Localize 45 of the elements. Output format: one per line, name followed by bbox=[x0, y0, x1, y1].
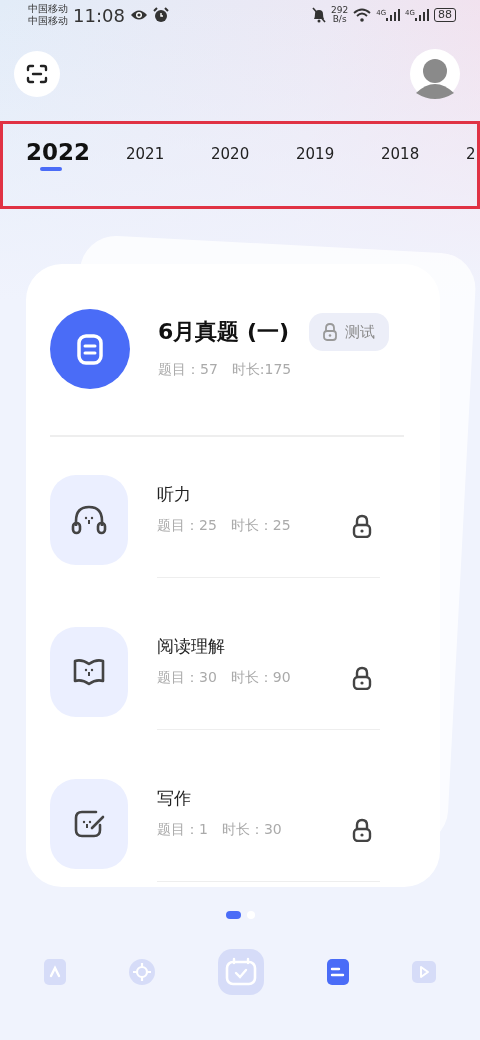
lock-icon bbox=[352, 666, 372, 690]
lock-icon bbox=[352, 818, 372, 842]
section-name: 写作 bbox=[157, 787, 192, 810]
avatar[interactable] bbox=[410, 49, 460, 99]
year-tab[interactable]: 2020 bbox=[211, 137, 296, 163]
speed-unit: B/s bbox=[332, 15, 347, 24]
year-tab[interactable]: 2019 bbox=[296, 137, 381, 163]
scan-icon bbox=[26, 64, 48, 84]
headphones-icon bbox=[71, 504, 107, 536]
document-icon bbox=[50, 309, 130, 389]
wifi-icon bbox=[353, 8, 372, 22]
duration-label: 时长：25 bbox=[230, 517, 291, 535]
signal-icon bbox=[415, 9, 429, 21]
carrier-label: 中国移动 bbox=[28, 3, 68, 15]
book-icon bbox=[72, 657, 106, 687]
bell-muted-icon bbox=[312, 7, 327, 23]
section-tile[interactable] bbox=[50, 779, 128, 869]
duration-label: 时长:175 bbox=[231, 361, 292, 379]
scan-button[interactable] bbox=[14, 51, 60, 97]
carrier-label: 中国移动 bbox=[28, 15, 68, 27]
speed-value: 292 bbox=[331, 6, 349, 15]
section-tile[interactable] bbox=[50, 627, 128, 717]
question-count: 题目：30 bbox=[157, 669, 217, 687]
lock-icon bbox=[323, 323, 338, 341]
doc-tab-icon[interactable] bbox=[327, 959, 350, 985]
year-tab[interactable]: 2022 bbox=[26, 137, 126, 173]
lock-icon bbox=[352, 514, 372, 538]
exam-title: 6月真题 (一) bbox=[158, 318, 290, 346]
clock-time: 11:08 bbox=[73, 4, 125, 26]
question-count: 题目：57 bbox=[158, 361, 218, 379]
section-tile[interactable] bbox=[50, 475, 128, 565]
duration-label: 时长：90 bbox=[230, 669, 291, 687]
question-count: 题目：25 bbox=[157, 517, 217, 535]
section-name: 听力 bbox=[157, 483, 192, 506]
year-tab[interactable]: 2021 bbox=[126, 137, 211, 163]
alarm-icon bbox=[152, 7, 169, 23]
signal-icon bbox=[386, 9, 401, 21]
question-count: 题目：1 bbox=[157, 821, 208, 839]
section-name: 阅读理解 bbox=[157, 635, 226, 658]
year-tab[interactable]: 2 bbox=[466, 137, 476, 163]
duration-label: 时长：30 bbox=[221, 821, 282, 839]
year-tab[interactable]: 2018 bbox=[381, 137, 466, 163]
edit-icon bbox=[72, 808, 106, 840]
battery-indicator: 88 bbox=[434, 8, 456, 22]
eye-icon bbox=[129, 9, 148, 21]
